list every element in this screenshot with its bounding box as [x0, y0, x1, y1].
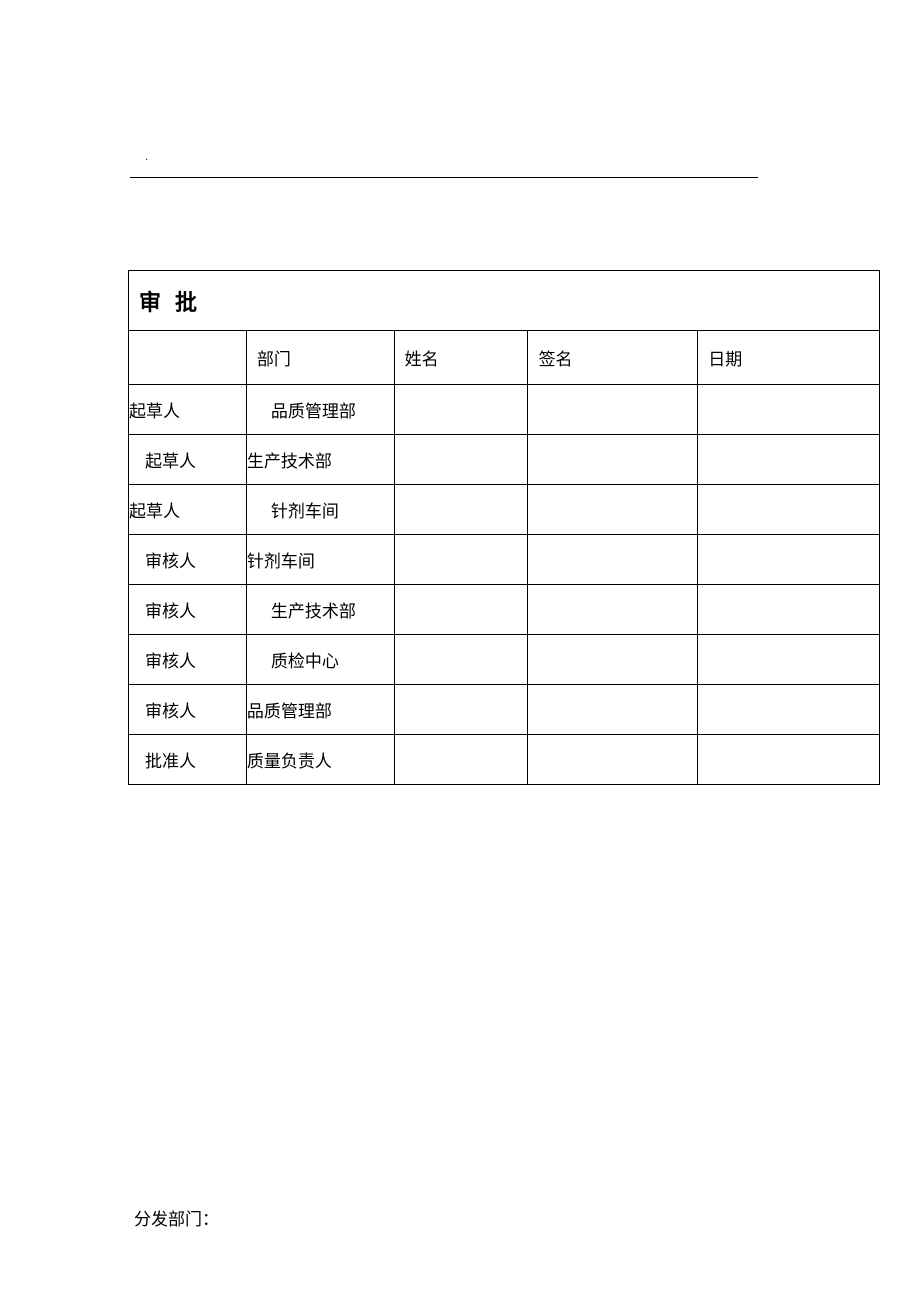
table-title-row: 审批 [129, 271, 880, 331]
distribution-label: 分发部门： [128, 1205, 792, 1230]
cell-date [698, 585, 880, 635]
cell-date [698, 535, 880, 585]
table-row: 批准人质量负责人 [129, 735, 880, 785]
cell-dept: 生产技术部 [246, 435, 394, 485]
cell-dept: 质检中心 [246, 635, 394, 685]
cell-role: 审核人 [129, 585, 247, 635]
cell-sign [528, 485, 698, 535]
cell-sign [528, 385, 698, 435]
cell-name [394, 635, 528, 685]
cell-sign [528, 685, 698, 735]
cell-name [394, 435, 528, 485]
cell-name [394, 685, 528, 735]
cell-sign [528, 635, 698, 685]
cell-role: 起草人 [129, 385, 247, 435]
cell-role: 批准人 [129, 735, 247, 785]
table-header-row: 部门 姓名 签名 日期 [129, 331, 880, 385]
cell-dept: 品质管理部 [246, 685, 394, 735]
cell-date [698, 435, 880, 485]
approval-table: 审批 部门 姓名 签名 日期 起草人品质管理部起草人生产技术部起草人针剂车间审核… [128, 270, 880, 785]
cell-dept: 质量负责人 [246, 735, 394, 785]
cell-role: 起草人 [129, 485, 247, 535]
cell-role: 审核人 [129, 535, 247, 585]
cell-role: 审核人 [129, 685, 247, 735]
cell-sign [528, 535, 698, 585]
cell-name [394, 585, 528, 635]
header-name: 姓名 [394, 331, 528, 385]
cell-date [698, 735, 880, 785]
cell-date [698, 485, 880, 535]
header-sign: 签名 [528, 331, 698, 385]
table-row: 起草人生产技术部 [129, 435, 880, 485]
cell-date [698, 385, 880, 435]
header-role [129, 331, 247, 385]
table-row: 起草人品质管理部 [129, 385, 880, 435]
table-row: 审核人品质管理部 [129, 685, 880, 735]
cell-name [394, 535, 528, 585]
cell-date [698, 635, 880, 685]
cell-role: 起草人 [129, 435, 247, 485]
cell-role: 审核人 [129, 635, 247, 685]
header-dept: 部门 [246, 331, 394, 385]
table-row: 审核人生产技术部 [129, 585, 880, 635]
table-title: 审批 [129, 271, 880, 331]
table-row: 审核人针剂车间 [129, 535, 880, 585]
cell-dept: 生产技术部 [246, 585, 394, 635]
cell-sign [528, 435, 698, 485]
header-date: 日期 [698, 331, 880, 385]
cell-sign [528, 585, 698, 635]
cell-sign [528, 735, 698, 785]
table-row: 审核人质检中心 [129, 635, 880, 685]
cell-name [394, 385, 528, 435]
cell-dept: 针剂车间 [246, 535, 394, 585]
cell-name [394, 485, 528, 535]
page-container: · 审批 部门 姓名 签名 日期 起草人品质管理部起草人生产技术部起草人针剂车间… [0, 0, 920, 1230]
cell-dept: 品质管理部 [246, 385, 394, 435]
table-body: 起草人品质管理部起草人生产技术部起草人针剂车间审核人针剂车间审核人生产技术部审核… [129, 385, 880, 785]
cell-name [394, 735, 528, 785]
horizontal-rule [130, 177, 758, 178]
table-row: 起草人针剂车间 [129, 485, 880, 535]
cell-date [698, 685, 880, 735]
cell-dept: 针剂车间 [246, 485, 394, 535]
dot-mark: · [145, 155, 148, 166]
